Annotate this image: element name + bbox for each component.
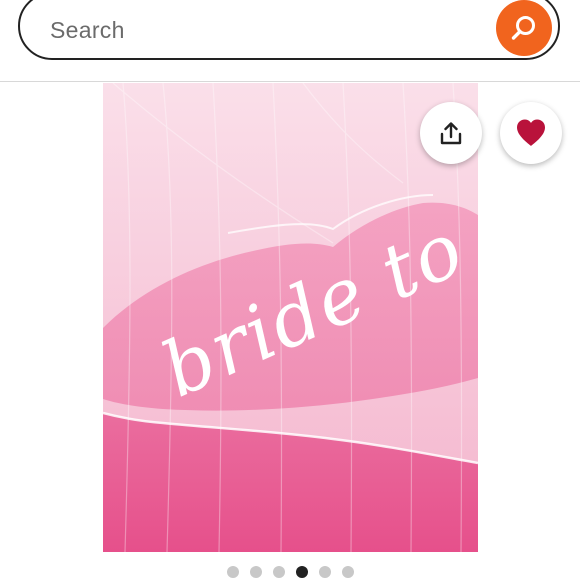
heart-icon <box>517 119 545 146</box>
share-icon <box>440 122 462 145</box>
carousel-dot[interactable] <box>318 566 331 578</box>
share-button[interactable] <box>420 102 482 164</box>
favorite-button[interactable] <box>500 102 562 164</box>
carousel-dot[interactable] <box>249 566 262 578</box>
carousel-dot[interactable] <box>226 566 239 578</box>
header-divider <box>0 81 580 82</box>
search-input[interactable]: Search <box>50 17 125 44</box>
search-button[interactable] <box>496 0 552 56</box>
carousel-dot-active[interactable] <box>295 566 308 578</box>
product-image[interactable]: bride to <box>103 83 478 552</box>
carousel-dot[interactable] <box>272 566 285 578</box>
search-icon <box>511 16 535 40</box>
veil-photo: bride to <box>103 83 478 552</box>
carousel-indicator <box>0 565 580 579</box>
search-bar[interactable]: Search <box>18 0 560 60</box>
carousel-dot[interactable] <box>341 566 354 578</box>
